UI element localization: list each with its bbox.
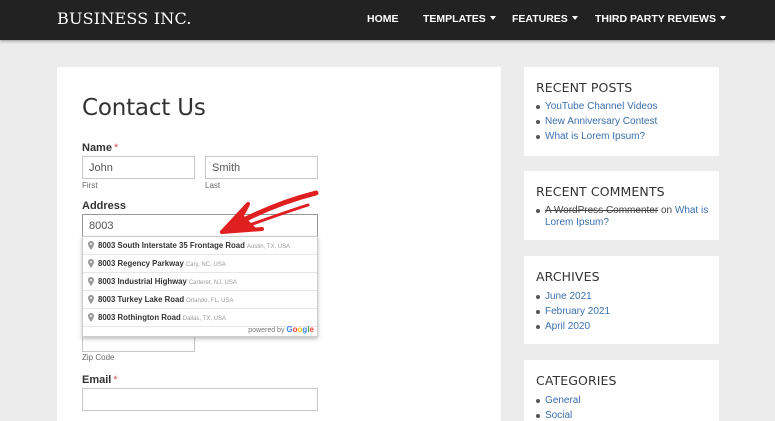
bullet-icon	[536, 105, 540, 109]
bullet-icon	[536, 209, 540, 213]
recent-post-link[interactable]: New Anniversary Contest	[545, 116, 657, 127]
category-link[interactable]: General	[545, 395, 581, 406]
bullet-icon	[536, 325, 540, 329]
bullet-icon	[536, 414, 540, 418]
bullet-icon	[536, 399, 540, 403]
bullet-icon	[536, 310, 540, 314]
widget-recent-comments: RECENT COMMENTS A WordPress Commenter on…	[524, 171, 719, 240]
comment-author-link[interactable]: A WordPress Commenter	[545, 205, 658, 216]
widget-categories: CATEGORIES General Social	[524, 360, 719, 421]
recent-post-link[interactable]: What is Lorem Ipsum?	[545, 131, 645, 142]
widget-title: ARCHIVES	[536, 269, 600, 284]
category-link[interactable]: Social	[545, 410, 572, 421]
widget-recent-posts: RECENT POSTS YouTube Channel Videos New …	[524, 67, 719, 156]
comment-post-link[interactable]: What is	[675, 205, 708, 216]
widget-title: CATEGORIES	[536, 373, 617, 388]
bullet-icon	[536, 120, 540, 124]
archive-link[interactable]: February 2021	[545, 306, 610, 317]
recent-post-link[interactable]: YouTube Channel Videos	[545, 101, 658, 112]
comment-on-text: on	[660, 205, 673, 216]
comment-post-link-line2[interactable]: Lorem Ipsum?	[545, 217, 609, 228]
comment-entry: A WordPress Commenter on What is	[545, 205, 708, 216]
archive-link[interactable]: June 2021	[545, 291, 592, 302]
widget-archives: ARCHIVES June 2021 February 2021 April 2…	[524, 256, 719, 344]
bullet-icon	[536, 295, 540, 299]
bullet-icon	[536, 135, 540, 139]
archive-link[interactable]: April 2020	[545, 321, 590, 332]
widget-title: RECENT COMMENTS	[536, 184, 665, 199]
widget-title: RECENT POSTS	[536, 80, 633, 95]
